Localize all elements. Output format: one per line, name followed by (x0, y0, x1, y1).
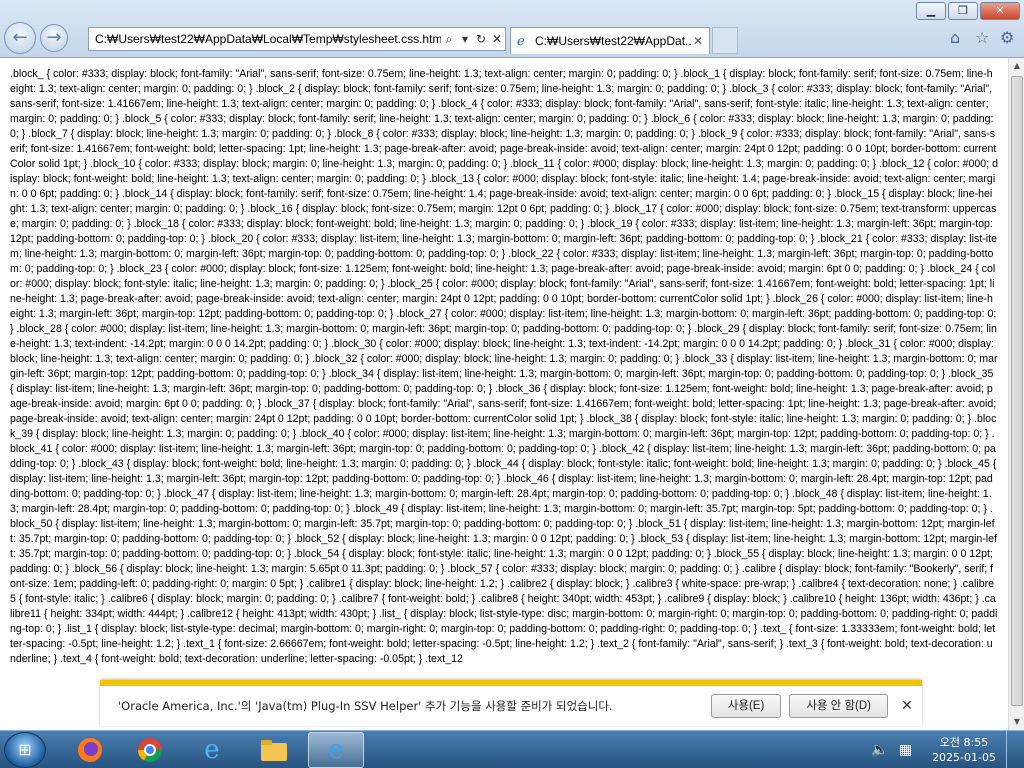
volume-icon[interactable]: 🔈 (871, 742, 888, 758)
stop-icon[interactable]: ✕ (489, 32, 505, 46)
enable-addon-button[interactable]: 사용(E) (710, 694, 782, 718)
close-window-button[interactable]: ✕ (980, 2, 1020, 20)
refresh-icon[interactable]: ↻ (473, 32, 489, 46)
clock[interactable]: 오전 8:55 2025-01-05 (932, 735, 996, 765)
clock-time: 오전 8:55 (939, 736, 989, 749)
tab-title: C:₩Users₩test22₩AppDat... (535, 34, 693, 48)
maximize-button[interactable]: ❐ (948, 2, 978, 20)
addon-notification-bar: 'Oracle America, Inc.'의 'Java(tm) Plug-I… (100, 680, 922, 726)
tab-close-icon[interactable]: ✕ (693, 34, 709, 48)
taskbar-app-firefox[interactable] (62, 732, 118, 768)
taskbar-app-ie[interactable]: e (184, 732, 240, 768)
forward-button[interactable]: → (40, 24, 68, 52)
page-content: .block_ { color: #333; display: block; f… (0, 58, 1008, 730)
taskbar: ⊞ e e 🔈 ▦ 오전 8:55 2025-01-05 (0, 730, 1024, 768)
disable-addon-button[interactable]: 사용 안 함(D) (789, 694, 888, 718)
search-icon[interactable]: ⌕ (441, 32, 457, 47)
arrow-right-icon: → (46, 27, 62, 48)
arrow-left-icon: ← (12, 27, 28, 48)
maximize-icon: ❐ (958, 4, 968, 17)
stylesheet-text: .block_ { color: #333; display: block; f… (10, 68, 998, 665)
new-tab-button[interactable] (712, 27, 738, 54)
tab-stylesheet[interactable]: ℯ C:₩Users₩test22₩AppDat... ✕ (510, 27, 710, 54)
vertical-scrollbar[interactable]: ▲ ▼ (1008, 58, 1024, 730)
ie-page-icon: ℯ (517, 33, 525, 48)
close-icon[interactable]: ✕ (896, 698, 918, 714)
address-bar[interactable]: C:₩Users₩test22₩AppData₩Local₩Temp₩style… (88, 27, 506, 51)
back-button[interactable]: ← (4, 22, 36, 54)
system-tray: 🔈 ▦ 오전 8:55 2025-01-05 (871, 731, 1016, 768)
taskbar-app-ie-active[interactable]: e (308, 732, 364, 768)
firefox-icon (78, 738, 102, 762)
scrollbar-thumb[interactable] (1011, 76, 1023, 706)
windows-logo-icon: ⊞ (18, 740, 32, 759)
window-controls: ▁ ❐ ✕ (914, 2, 1020, 20)
scroll-up-icon[interactable]: ▲ (1009, 58, 1024, 74)
dropdown-icon[interactable]: ▾ (457, 32, 473, 46)
home-icon[interactable]: ⌂ (950, 28, 960, 47)
minimize-icon: ▁ (926, 4, 936, 17)
taskbar-app-file-explorer[interactable] (246, 732, 302, 768)
browser-chrome: ▁ ❐ ✕ ← → C:₩Users₩test22₩AppData₩Local₩… (0, 0, 1024, 58)
minimize-button[interactable]: ▁ (916, 2, 946, 20)
notification-message: 'Oracle America, Inc.'의 'Java(tm) Plug-I… (118, 699, 613, 713)
clock-date: 2025-01-05 (932, 751, 996, 764)
chrome-icon (138, 738, 162, 763)
file-explorer-icon (261, 740, 287, 761)
start-button[interactable]: ⊞ (4, 732, 46, 768)
scroll-down-icon[interactable]: ▼ (1009, 714, 1024, 730)
close-icon: ✕ (995, 4, 1005, 17)
favorites-star-icon[interactable]: ☆ (975, 28, 989, 47)
network-icon[interactable]: ▦ (899, 742, 912, 758)
internet-explorer-icon: e (328, 735, 344, 765)
taskbar-app-chrome[interactable] (122, 732, 178, 768)
show-desktop-button[interactable] (1006, 731, 1016, 768)
address-url[interactable]: C:₩Users₩test22₩AppData₩Local₩Temp₩style… (89, 32, 441, 46)
internet-explorer-icon: e (204, 735, 220, 765)
gear-icon[interactable]: ⚙ (1000, 28, 1014, 47)
